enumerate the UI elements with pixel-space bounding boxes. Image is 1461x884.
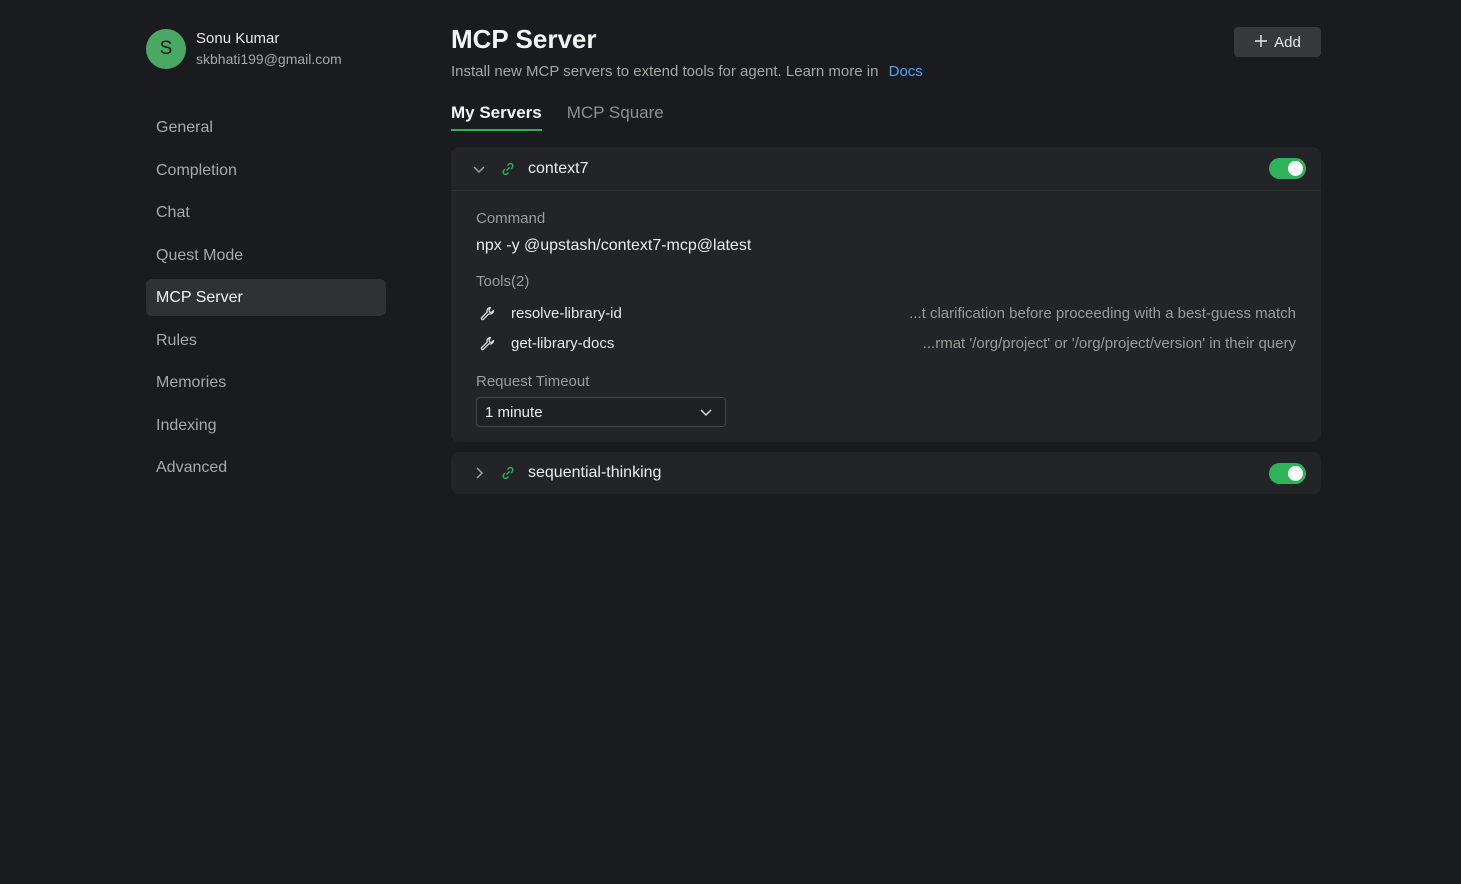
tool-row: get-library-docs ...rmat '/org/project' … [476, 334, 1296, 356]
wrench-icon [480, 306, 495, 321]
server-tabs: My Servers MCP Square [451, 103, 689, 131]
toggle-knob [1288, 465, 1303, 481]
nav-item-completion[interactable]: Completion [146, 152, 386, 189]
server-name: sequential-thinking [528, 464, 662, 481]
tool-description: ...rmat '/org/project' or '/org/project/… [922, 335, 1296, 352]
tab-mcp-square[interactable]: MCP Square [567, 103, 664, 131]
docs-link[interactable]: Docs [889, 63, 923, 80]
tools-label: Tools(2) [476, 273, 530, 290]
command-value: npx -y @upstash/context7-mcp@latest [476, 237, 752, 254]
server-enabled-toggle[interactable] [1269, 158, 1306, 179]
nav-item-advanced[interactable]: Advanced [146, 449, 386, 486]
add-server-button[interactable]: Add [1234, 27, 1321, 57]
server-card-context7: context7 Command npx -y @upstash/context… [451, 147, 1321, 442]
subtitle-text: Install new MCP servers to extend tools … [451, 63, 879, 80]
nav-item-chat[interactable]: Chat [146, 194, 386, 231]
server-name: context7 [528, 159, 589, 177]
tab-my-servers[interactable]: My Servers [451, 103, 542, 131]
avatar: S [146, 29, 186, 69]
user-profile: S Sonu Kumar skbhati199@gmail.com [146, 29, 342, 69]
plus-icon [1254, 32, 1268, 52]
tool-name: resolve-library-id [511, 305, 622, 322]
page-title: MCP Server [451, 24, 597, 54]
nav-item-memories[interactable]: Memories [146, 364, 386, 401]
nav-item-indexing[interactable]: Indexing [146, 407, 386, 444]
chevron-down-icon[interactable] [471, 161, 487, 177]
server-card-sequential-thinking: sequential-thinking [451, 452, 1321, 494]
command-label: Command [476, 210, 546, 227]
toggle-knob [1288, 161, 1303, 176]
request-timeout-label: Request Timeout [476, 373, 590, 390]
server-card-header[interactable]: context7 [451, 147, 1321, 191]
wrench-icon [480, 336, 495, 351]
chevron-right-icon[interactable] [471, 465, 487, 481]
request-timeout-value: 1 minute [485, 404, 543, 421]
profile-email: skbhati199@gmail.com [196, 51, 342, 67]
tool-name: get-library-docs [511, 335, 615, 352]
settings-nav: General Completion Chat Quest Mode MCP S… [146, 109, 386, 492]
tool-description: ...t clarification before proceeding wit… [909, 305, 1296, 322]
nav-item-rules[interactable]: Rules [146, 322, 386, 359]
profile-name: Sonu Kumar [196, 30, 280, 47]
page-subtitle: Install new MCP servers to extend tools … [451, 63, 923, 80]
link-icon [502, 466, 514, 480]
nav-item-quest-mode[interactable]: Quest Mode [146, 237, 386, 274]
request-timeout-select[interactable]: 1 minute [476, 397, 726, 427]
chevron-down-icon [700, 409, 712, 417]
link-icon [502, 162, 514, 175]
tool-row: resolve-library-id ...t clarification be… [476, 304, 1296, 326]
nav-item-mcp-server[interactable]: MCP Server [146, 279, 386, 316]
add-button-label: Add [1274, 33, 1301, 51]
server-enabled-toggle[interactable] [1269, 462, 1306, 484]
nav-item-general[interactable]: General [146, 109, 386, 146]
server-card-header[interactable]: sequential-thinking [451, 452, 1321, 494]
